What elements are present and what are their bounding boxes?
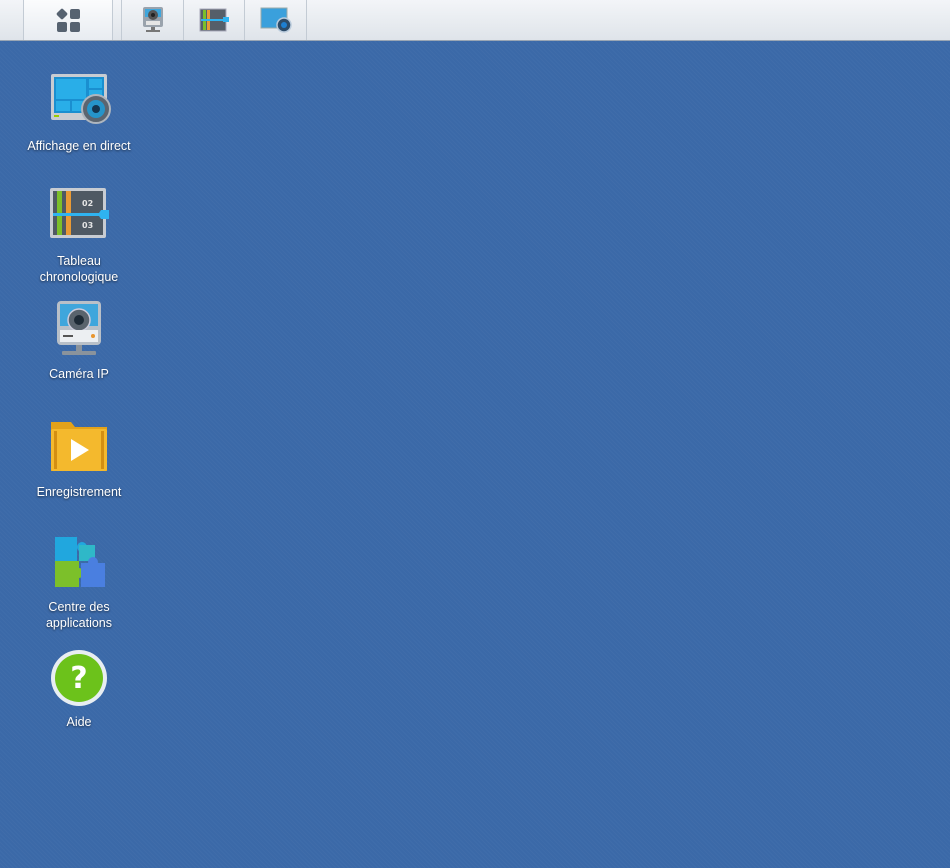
taskbar-ip-camera-button[interactable] (121, 0, 184, 40)
recording-folder-icon (49, 418, 109, 478)
taskbar (0, 0, 950, 41)
ip-camera-icon (142, 7, 163, 32)
live-view-icon (260, 7, 292, 33)
timeline-icon: 02 03 (49, 187, 109, 247)
desktop-icon-help[interactable]: ? Aide (14, 648, 144, 730)
desktop-icon-live-view[interactable]: Affichage en direct (14, 72, 144, 154)
help-icon: ? (49, 648, 109, 708)
desktop-icon-label: Centre des applications (45, 600, 112, 630)
desktop-icon-label: Tableau chronologique (39, 254, 119, 284)
puzzle-icon (49, 533, 109, 593)
desktop-icon-timeline[interactable]: 02 03 Tableau chronologique (14, 187, 144, 285)
desktop-icon-ip-camera[interactable]: Caméra IP (14, 300, 144, 382)
desktop-icon-label: Enregistrement (36, 485, 122, 499)
ip-camera-icon (49, 300, 109, 360)
timeline-icon (199, 8, 229, 32)
taskbar-live-view-button[interactable] (245, 0, 307, 40)
desktop-icon-recording[interactable]: Enregistrement (14, 418, 144, 500)
desktop-icon-label: Caméra IP (49, 367, 109, 381)
timeline-tick: 02 (82, 199, 93, 208)
main-menu-button[interactable] (23, 0, 113, 40)
taskbar-timeline-button[interactable] (183, 0, 245, 40)
grid-icon (55, 7, 80, 32)
desktop-icon-label: Affichage en direct (27, 139, 131, 153)
svg-text:?: ? (70, 661, 87, 696)
desktop-icon-label: Aide (66, 715, 92, 729)
live-view-icon (49, 72, 111, 132)
desktop-icon-app-center[interactable]: Centre des applications (14, 533, 144, 631)
timeline-tick: 03 (82, 221, 93, 230)
